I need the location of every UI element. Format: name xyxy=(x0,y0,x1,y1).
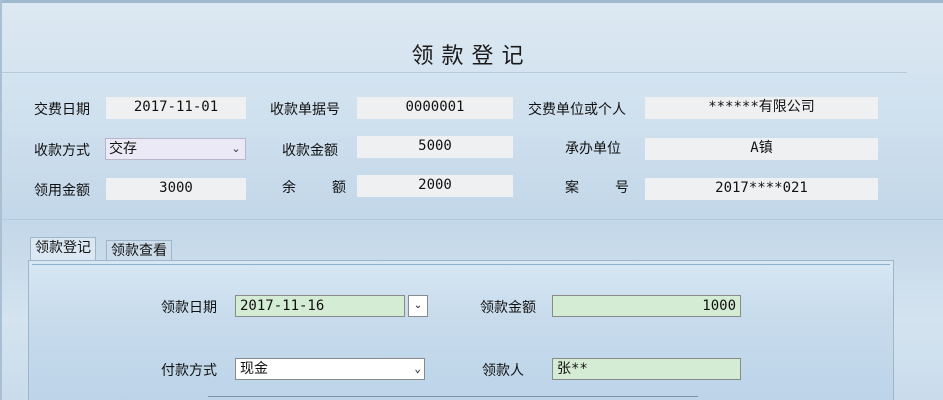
collect-method-value: 交存 xyxy=(109,141,137,157)
tab-panel xyxy=(28,260,894,400)
payment-method-label: 付款方式 xyxy=(161,363,217,379)
chevron-down-icon[interactable]: ⌄ xyxy=(229,141,243,157)
balance-value: 2000 xyxy=(357,175,513,197)
receiver-input[interactable]: 张** xyxy=(552,358,741,380)
collect-method-select[interactable]: 交存 ⌄ xyxy=(105,138,246,160)
receive-amount-input[interactable]: 1000 xyxy=(552,295,741,317)
used-amount-value: 3000 xyxy=(106,178,246,200)
case-no-label-char-2: 号 xyxy=(615,180,629,196)
case-no-label: 案 号 xyxy=(565,177,629,197)
case-no-value: 2017****021 xyxy=(645,178,878,200)
payer-label: 交费单位或个人 xyxy=(528,102,626,118)
payer-value: ******有限公司 xyxy=(645,97,878,119)
used-amount-label: 领用金额 xyxy=(34,183,90,199)
collect-method-label: 收款方式 xyxy=(34,143,90,159)
case-no-label-char-1: 案 xyxy=(565,180,579,196)
receive-date-label: 领款日期 xyxy=(161,300,217,316)
balance-label-char-2: 额 xyxy=(332,180,346,196)
receive-date-input[interactable]: 2017-11-16 xyxy=(235,295,405,317)
tab-receive-view[interactable]: 领款查看 xyxy=(106,240,172,262)
page-title: 领款登记 xyxy=(411,44,532,69)
balance-label-char-1: 余 xyxy=(282,180,296,196)
payment-method-value: 现金 xyxy=(240,361,268,377)
handler-unit-value: A镇 xyxy=(645,138,878,160)
collect-amount-label: 收款金额 xyxy=(282,143,338,159)
chevron-down-icon[interactable]: ⌄ xyxy=(414,359,421,379)
balance-label: 余 额 xyxy=(282,177,346,197)
collect-amount-value: 5000 xyxy=(357,136,513,158)
pay-date-value: 2017-11-01 xyxy=(106,97,246,119)
info-divider xyxy=(2,219,943,220)
title-divider xyxy=(2,72,907,73)
records-grid-top xyxy=(208,396,698,400)
tab-receive-register[interactable]: 领款登记 xyxy=(30,237,96,261)
pay-date-label: 交费日期 xyxy=(34,102,90,118)
receipt-no-value: 0000001 xyxy=(357,97,513,119)
receive-amount-label: 领款金额 xyxy=(480,300,536,316)
window-top-border xyxy=(0,0,943,3)
receiver-label: 领款人 xyxy=(482,363,524,379)
payment-method-select[interactable]: 现金 ⌄ xyxy=(235,358,425,380)
handler-unit-label: 承办单位 xyxy=(565,141,621,157)
receipt-no-label: 收款单据号 xyxy=(270,102,340,118)
panel-inner-border xyxy=(32,264,890,265)
date-picker-icon[interactable]: ⌄ xyxy=(408,295,428,317)
